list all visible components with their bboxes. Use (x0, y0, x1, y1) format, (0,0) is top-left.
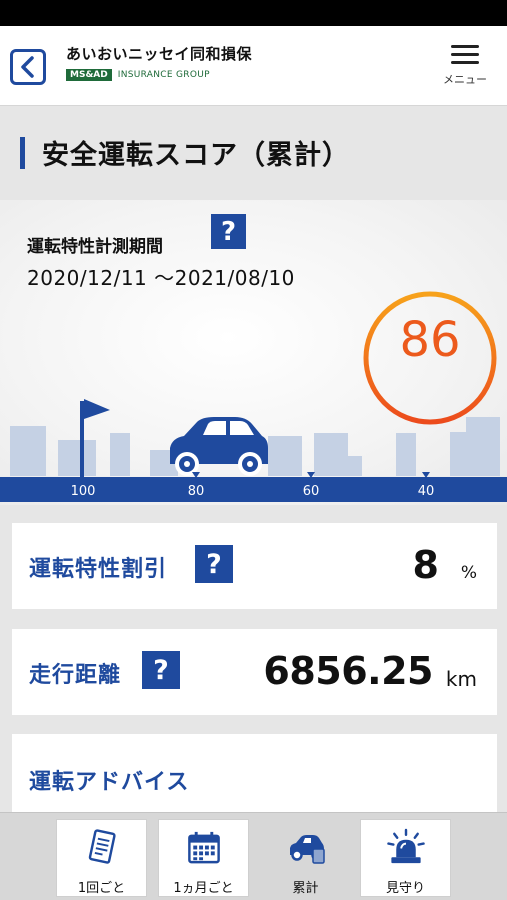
distance-unit: km (445, 667, 477, 691)
brand-group: INSURANCE GROUP (117, 70, 210, 80)
period-label: 運転特性計測期間 (27, 237, 163, 257)
hamburger-icon (451, 44, 479, 48)
app-header: あいおいニッセイ同和損保 MS&AD INSURANCE GROUP メニュー (0, 26, 507, 106)
page-title-row: 安全運転スコア（累計） (0, 107, 507, 200)
discount-help-button[interactable]: ? (195, 545, 233, 583)
menu-button[interactable]: メニュー (437, 42, 493, 92)
advice-label: 運転アドバイス (29, 770, 190, 795)
advice-card[interactable]: 運転アドバイス (12, 734, 497, 824)
period-help-button[interactable]: ? (211, 214, 246, 249)
tab-per-trip[interactable]: 1回ごと (56, 819, 147, 897)
scale-label-100: 100 (71, 484, 96, 499)
score-scale-road: 100 80 60 40 (0, 399, 507, 502)
chevron-left-icon (21, 56, 34, 78)
status-bar (0, 0, 507, 26)
menu-label: メニュー (443, 73, 487, 86)
discount-value: 8 (412, 543, 439, 587)
scale-label-60: 60 (303, 484, 320, 499)
discount-label: 運転特性割引 (29, 557, 168, 582)
car-stack-icon (289, 835, 325, 864)
title-accent-bar (20, 137, 25, 169)
distance-value: 6856.25 (263, 649, 433, 693)
tab-label-watch: 見守り (385, 881, 425, 896)
car-icon (170, 417, 268, 476)
tab-cumulative[interactable]: 累計 (260, 819, 351, 897)
tab-label-cumulative: 累計 (292, 881, 319, 896)
calendar-icon (187, 831, 220, 864)
tab-label-monthly: 1ヵ月ごと (173, 881, 234, 896)
distance-help-button[interactable]: ? (142, 651, 180, 689)
discount-card: 運転特性割引 ? 8 % (12, 523, 497, 609)
scale-label-80: 80 (188, 484, 205, 499)
distance-label: 走行距離 (29, 663, 122, 688)
scale-label-40: 40 (418, 484, 435, 499)
back-button[interactable] (10, 49, 46, 85)
brand-badge: MS&AD (66, 69, 112, 81)
brand-group-logo: MS&AD INSURANCE GROUP (66, 69, 210, 81)
tab-monthly[interactable]: 1ヵ月ごと (158, 819, 249, 897)
period-value: 2020/12/11 ～2021/08/10 (27, 266, 295, 290)
bottom-tab-bar: 1回ごと 1ヵ月ごと 累計 見守り (0, 812, 507, 900)
distance-card: 走行距離 ? 6856.25 km (12, 629, 497, 715)
page-title: 安全運転スコア（累計） (42, 140, 350, 171)
tab-watch[interactable]: 見守り (360, 819, 451, 897)
brand-name: あいおいニッセイ同和損保 (66, 45, 253, 63)
document-icon (88, 829, 116, 864)
discount-unit: % (460, 563, 477, 583)
alert-light-icon (386, 828, 425, 864)
tab-label-per-trip: 1回ごと (77, 881, 126, 896)
score-panel: 運転特性計測期間 ? 2020/12/11 ～2021/08/10 86 100… (0, 200, 507, 505)
